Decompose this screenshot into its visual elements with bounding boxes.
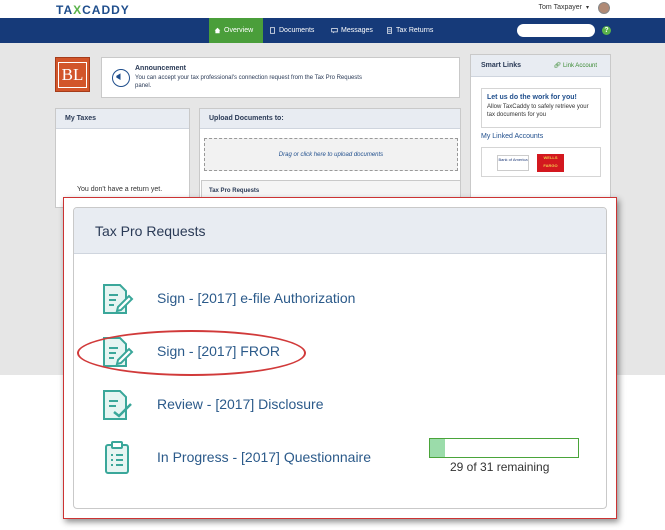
nav-label: Tax Returns (396, 27, 434, 34)
progress-fill (430, 439, 445, 457)
nav-item-overview[interactable]: Overview (209, 18, 263, 43)
progress-remaining-text: 29 of 31 remaining (450, 460, 550, 474)
link-icon: 🔗︎ (553, 63, 562, 69)
smart-links-title: Smart Links (481, 62, 522, 69)
linked-accounts-list: Bank of America WELLS FARGO (481, 147, 601, 177)
home-icon (214, 27, 221, 34)
bank-of-america-logo[interactable]: Bank of America (497, 155, 529, 171)
nav-label: Overview (224, 27, 254, 34)
taxcaddy-logo[interactable]: TAXCADDY (56, 3, 130, 17)
link-account-link[interactable]: 🔗︎ Link Account (554, 62, 597, 69)
sign-document-icon (103, 284, 134, 314)
announcement-title: Announcement (135, 65, 186, 72)
message-icon (331, 28, 338, 34)
upload-drop-zone[interactable]: Drag or click here to upload documents (204, 138, 458, 171)
smart-links-header: Smart Links 🔗︎ Link Account (471, 55, 610, 77)
chevron-down-icon: ▾ (585, 5, 589, 11)
wells-fargo-logo[interactable]: WELLS FARGO (537, 154, 564, 172)
upload-title: Upload Documents to: (200, 109, 460, 129)
avatar[interactable] (598, 2, 610, 14)
search-input[interactable] (517, 24, 595, 37)
main-nav: Overview Documents Messages Tax Returns … (0, 18, 665, 43)
request-label: Review - [2017] Disclosure (157, 396, 324, 412)
request-label: In Progress - [2017] Questionnaire (157, 449, 372, 465)
questionnaire-progress-bar (429, 438, 579, 458)
nav-item-messages[interactable]: Messages (326, 18, 378, 43)
clipboard-icon (105, 441, 129, 474)
nav-label: Documents (279, 27, 315, 34)
help-icon[interactable]: ? (602, 26, 611, 35)
firm-logo: BL (55, 57, 90, 92)
promo-text: Allow TaxCaddy to safely retrieve your t… (487, 104, 589, 118)
top-bar: TAXCADDY Tom Taxpayer ▾ (0, 0, 665, 18)
megaphone-icon (112, 69, 130, 87)
tax-return-icon (387, 27, 392, 34)
request-label: Sign - [2017] e-file Authorization (157, 290, 356, 306)
highlight-circle (77, 330, 306, 376)
linked-accounts-title: My Linked Accounts (481, 133, 544, 140)
nav-label: Messages (341, 27, 373, 34)
announcement-text: You can accept your tax professional's c… (135, 75, 362, 89)
user-menu[interactable]: Tom Taxpayer ▾ (539, 4, 607, 11)
my-taxes-title: My Taxes (56, 109, 189, 129)
document-icon (270, 27, 275, 34)
panel-header: Tax Pro Requests (74, 208, 606, 254)
user-name: Tom Taxpayer (538, 4, 582, 11)
nav-item-tax-returns[interactable]: Tax Returns (381, 18, 438, 43)
promo-title: Let us do the work for you! (487, 94, 577, 101)
my-taxes-card: My Taxes You don't have a return yet. (55, 108, 190, 208)
smart-links-promo[interactable]: Let us do the work for you! Allow TaxCad… (481, 88, 601, 128)
panel-title: Tax Pro Requests (95, 223, 206, 239)
request-item-disclosure[interactable]: Review - [2017] Disclosure (74, 385, 606, 425)
smart-links-card: Smart Links 🔗︎ Link Account Let us do th… (470, 54, 611, 208)
nav-item-documents[interactable]: Documents (264, 18, 319, 43)
request-item-efile[interactable]: Sign - [2017] e-file Authorization (74, 279, 606, 319)
announcement-card: Announcement You can accept your tax pro… (101, 57, 460, 98)
review-document-icon (103, 390, 132, 420)
empty-return-text: You don't have a return yet. (77, 186, 163, 193)
